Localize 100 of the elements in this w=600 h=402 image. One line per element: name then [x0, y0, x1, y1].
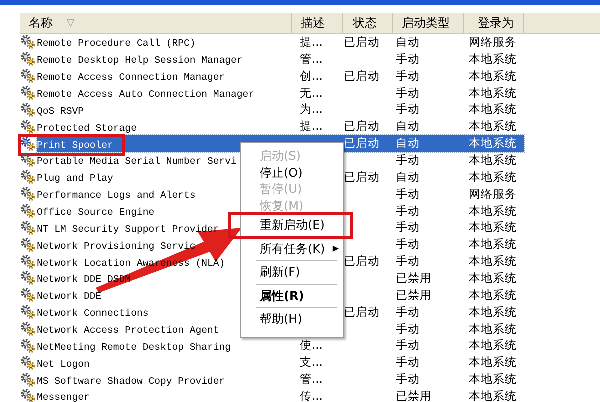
service-name: Portable Media Serial Number Servi: [37, 156, 237, 168]
gears-icon: [20, 304, 36, 320]
log-on-as-text: 本地系统: [469, 254, 517, 268]
service-name: Office Source Engine: [37, 207, 155, 218]
service-name: Print Spooler: [37, 140, 114, 151]
startup-type-text: 手动: [396, 322, 420, 336]
startup-type-text: 自动: [396, 34, 420, 49]
gears-icon: [20, 254, 36, 270]
status-text: 已启动: [344, 68, 380, 83]
log-on-as-text: 本地系统: [469, 152, 517, 167]
log-on-as-text: 本地系统: [469, 204, 517, 218]
startup-type-text: 手动: [396, 68, 420, 83]
log-on-as-text: 本地系统: [469, 338, 517, 352]
startup-type-text: 手动: [396, 220, 420, 234]
log-on-as-text: 本地系统: [469, 52, 517, 66]
service-name: Network Access Protection Agent: [37, 325, 220, 336]
status-text: 已启动: [344, 136, 380, 150]
description-text: 管...: [300, 52, 323, 66]
service-name: Net Logon: [37, 358, 90, 370]
log-on-as-text: 本地系统: [469, 322, 517, 336]
gears-icon: [20, 68, 36, 84]
startup-type-text: 手动: [396, 304, 420, 319]
gears-icon: [20, 287, 36, 304]
startup-type-text: 手动: [396, 355, 420, 370]
startup-type-text: 手动: [396, 152, 420, 167]
service-name: Remote Access Auto Connection Manager: [37, 89, 255, 100]
log-on-as-text: 本地系统: [469, 388, 517, 402]
menu-item[interactable]: 帮助(H): [243, 311, 341, 328]
log-on-as-text: 本地系统: [469, 119, 517, 134]
gears-icon: [20, 270, 36, 286]
description-text: 使...: [300, 338, 323, 352]
log-on-as-text: 网络服务: [469, 186, 517, 201]
startup-type-text: 手动: [396, 254, 420, 268]
menu-item[interactable]: 所有任务(K) ▶: [243, 240, 341, 257]
service-name: Performance Logs and Alerts: [37, 190, 196, 202]
menu-item[interactable]: 属性(R): [243, 288, 341, 304]
gears-icon: [20, 236, 36, 253]
gears-icon: [20, 136, 36, 152]
startup-type-text: 手动: [396, 338, 420, 352]
menu-item[interactable]: 刷新(F): [243, 264, 341, 280]
column-header[interactable]: 状态: [343, 13, 393, 33]
log-on-as-text: 本地系统: [469, 288, 517, 302]
log-on-as-text: 本地系统: [469, 86, 517, 100]
service-name: Remote Access Connection Manager: [37, 72, 226, 84]
service-name: Network DDE: [37, 291, 102, 302]
log-on-as-text: 本地系统: [469, 372, 517, 386]
description-text: 为...: [300, 102, 323, 116]
log-on-as-text: 本地系统: [469, 355, 517, 370]
column-header[interactable]: 启动类型: [393, 13, 464, 33]
startup-type-text: 自动: [396, 136, 420, 150]
service-name: QoS RSVP: [37, 106, 84, 117]
log-on-as-text: 本地系统: [469, 68, 517, 83]
startup-type-text: 手动: [396, 204, 420, 218]
gears-icon: [20, 203, 36, 220]
service-name: Plug and Play: [37, 173, 114, 184]
menu-item[interactable]: 停止(O): [243, 164, 341, 181]
log-on-as-text: 本地系统: [469, 102, 517, 116]
gears-icon: [20, 388, 36, 402]
status-text: 已启动: [344, 119, 380, 134]
status-text: 已启动: [344, 304, 380, 319]
service-name: NetMeeting Remote Desktop Sharing: [37, 342, 232, 353]
service-name: MS Software Shadow Copy Provider: [37, 376, 226, 387]
gears-icon: [20, 102, 36, 118]
log-on-as-text: 本地系统: [469, 220, 517, 234]
gears-icon: [20, 152, 36, 168]
gears-icon: [20, 118, 36, 135]
description-text: 管...: [300, 372, 323, 386]
startup-type-text: 手动: [396, 52, 420, 66]
startup-type-text: 已禁用: [396, 288, 432, 302]
status-text: 已启动: [344, 254, 380, 268]
description-text: 提...: [300, 119, 323, 134]
gears-icon: [20, 372, 36, 388]
service-name: Network Provisioning Servic: [37, 240, 196, 252]
description-text: 支...: [300, 355, 323, 370]
service-name: Protected Storage: [37, 122, 137, 134]
column-header[interactable]: 名称 ▽: [20, 13, 292, 33]
gears-icon: [20, 51, 36, 68]
log-on-as-text: 本地系统: [469, 270, 517, 285]
log-on-as-text: 本地系统: [469, 237, 517, 252]
log-on-as-text: 本地系统: [469, 304, 517, 319]
gears-icon: [20, 338, 36, 354]
description-text: 传...: [300, 388, 323, 402]
menu-item[interactable]: 重新启动(E): [243, 217, 341, 234]
status-text: 已启动: [344, 34, 380, 49]
status-text: 已启动: [344, 170, 380, 184]
service-name: Network Connections: [37, 308, 149, 320]
startup-type-text: 已禁用: [396, 388, 432, 402]
gears-icon: [20, 220, 36, 236]
service-name: Remote Procedure Call (RPC): [37, 38, 196, 50]
startup-type-text: 自动: [396, 119, 420, 134]
gears-icon: [20, 354, 36, 371]
startup-type-text: 手动: [396, 86, 420, 100]
gears-icon: [20, 85, 36, 101]
service-name: NT LM Security Support Provider: [37, 224, 220, 235]
startup-type-text: 已禁用: [396, 270, 432, 285]
column-header[interactable]: 描述: [292, 13, 343, 33]
description-text: 创...: [300, 68, 323, 83]
service-name: Remote Desktop Help Session Manager: [37, 55, 243, 66]
startup-type-text: 手动: [396, 186, 420, 201]
column-header[interactable]: 登录为: [464, 13, 524, 33]
